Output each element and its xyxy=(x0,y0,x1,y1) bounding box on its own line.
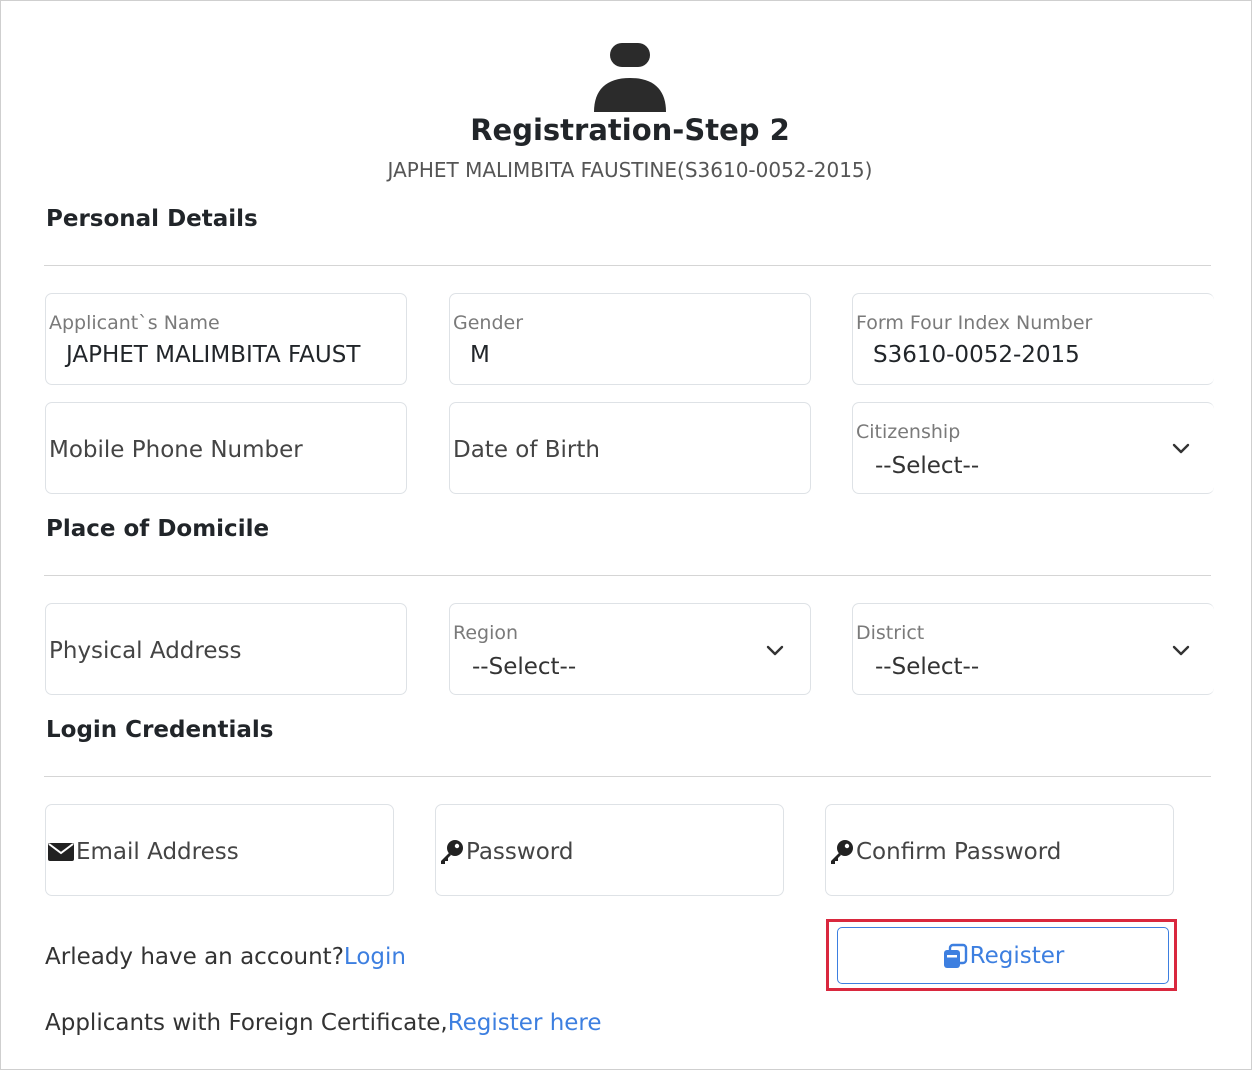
confirm-password-placeholder-wrap: Confirm Password xyxy=(828,839,1061,865)
email-placeholder: Email Address xyxy=(76,839,239,865)
login-link[interactable]: Login xyxy=(344,944,406,970)
region-select[interactable]: Region --Select-- xyxy=(449,603,811,695)
applicant-name-field[interactable]: Applicant`s Name JAPHET MALIMBITA FAUST xyxy=(45,293,407,385)
region-label: Region xyxy=(453,622,519,644)
applicant-name-label: Applicant`s Name xyxy=(49,312,220,334)
registration-page: Registration-Step 2 JAPHET MALIMBITA FAU… xyxy=(0,0,1252,1070)
date-of-birth-field[interactable]: Date of Birth xyxy=(449,402,811,494)
index-number-value: S3610-0052-2015 xyxy=(873,342,1080,368)
user-icon xyxy=(594,43,666,112)
section-title-personal: Personal Details xyxy=(46,206,258,232)
district-label: District xyxy=(856,622,925,644)
email-field[interactable]: Email Address xyxy=(45,804,394,896)
index-number-label: Form Four Index Number xyxy=(856,312,1093,334)
register-button[interactable]: Register xyxy=(837,927,1169,984)
login-prompt: Arleady have an account?Login xyxy=(45,944,406,970)
envelope-icon xyxy=(48,843,74,861)
key-icon xyxy=(831,840,853,864)
physical-address-field[interactable]: Physical Address xyxy=(45,603,407,695)
citizenship-label: Citizenship xyxy=(856,421,961,443)
index-number-field[interactable]: Form Four Index Number S3610-0052-2015 xyxy=(852,293,1214,385)
gender-label: Gender xyxy=(453,312,524,334)
password-placeholder-wrap: Password xyxy=(438,839,573,865)
confirm-password-placeholder: Confirm Password xyxy=(856,839,1062,865)
login-prompt-text: Arleady have an account? xyxy=(45,944,344,970)
gender-field[interactable]: Gender M xyxy=(449,293,811,385)
register-icon xyxy=(943,943,967,968)
password-field[interactable]: Password xyxy=(435,804,784,896)
mobile-phone-field[interactable]: Mobile Phone Number xyxy=(45,402,407,494)
section-title-login: Login Credentials xyxy=(46,717,274,743)
divider xyxy=(44,776,1211,777)
applicant-subtitle: JAPHET MALIMBITA FAUSTINE(S3610-0052-201… xyxy=(387,158,873,182)
divider xyxy=(44,575,1211,576)
applicant-name-value: JAPHET MALIMBITA FAUST xyxy=(66,342,361,368)
chevron-down-icon xyxy=(1172,443,1190,454)
chevron-down-icon xyxy=(1172,645,1190,656)
district-value: --Select-- xyxy=(875,654,980,680)
password-placeholder: Password xyxy=(466,839,574,865)
foreign-certificate-text: Applicants with Foreign Certificate, xyxy=(45,1010,448,1036)
divider xyxy=(44,265,1211,266)
gender-value: M xyxy=(470,342,490,368)
date-of-birth-placeholder: Date of Birth xyxy=(453,437,600,463)
physical-address-placeholder: Physical Address xyxy=(49,638,242,664)
citizenship-select[interactable]: Citizenship --Select-- xyxy=(852,402,1214,494)
key-icon xyxy=(441,840,463,864)
page-title: Registration-Step 2 xyxy=(470,113,790,147)
foreign-register-link[interactable]: Register here xyxy=(448,1010,602,1036)
district-select[interactable]: District --Select-- xyxy=(852,603,1214,695)
register-button-label: Register xyxy=(969,942,1065,969)
region-value: --Select-- xyxy=(472,654,577,680)
foreign-certificate-prompt: Applicants with Foreign Certificate,Regi… xyxy=(45,1010,602,1036)
email-placeholder-wrap: Email Address xyxy=(48,839,239,865)
section-title-domicile: Place of Domicile xyxy=(46,516,270,542)
register-highlight: Register xyxy=(826,919,1177,991)
citizenship-value: --Select-- xyxy=(875,453,980,479)
mobile-phone-placeholder: Mobile Phone Number xyxy=(49,437,303,463)
chevron-down-icon xyxy=(766,645,784,656)
confirm-password-field[interactable]: Confirm Password xyxy=(825,804,1174,896)
